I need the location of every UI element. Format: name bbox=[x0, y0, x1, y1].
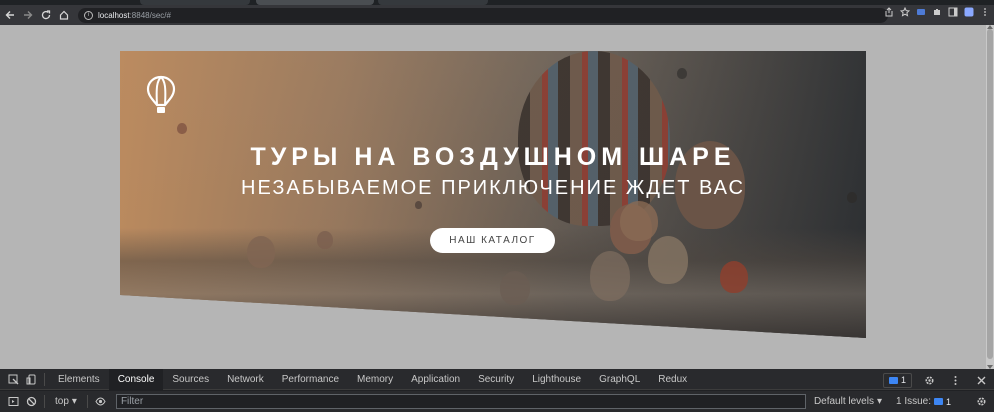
page-viewport: ТУРЫ НА ВОЗДУШНОМ ШАРЕ НЕЗАБЫВАЕМОЕ ПРИК… bbox=[0, 25, 994, 369]
hero-subtitle: НЕЗАБЫВАЕМОЕ ПРИКЛЮЧЕНИЕ ЖДЕТ ВАС bbox=[241, 177, 745, 199]
balloon bbox=[177, 123, 187, 134]
balloon bbox=[415, 201, 422, 209]
extension-blue-icon bbox=[917, 9, 925, 15]
browser-toolbar: i localhost:8848/sec/# bbox=[0, 5, 994, 25]
url-host: localhost bbox=[98, 10, 130, 20]
console-settings-button[interactable] bbox=[972, 393, 990, 411]
balloon bbox=[247, 236, 275, 268]
site-info-icon[interactable]: i bbox=[84, 10, 93, 20]
bookmark-button[interactable] bbox=[900, 7, 910, 17]
balloon bbox=[500, 271, 530, 305]
tab-console[interactable]: Console bbox=[108, 368, 164, 390]
tab-network[interactable]: Network bbox=[218, 369, 273, 390]
gear-icon bbox=[976, 397, 986, 406]
extension-button[interactable] bbox=[916, 7, 926, 17]
share-icon bbox=[885, 7, 893, 17]
chevron-down-icon: ▾ bbox=[876, 396, 882, 407]
balloon-logo bbox=[146, 75, 176, 115]
share-button[interactable] bbox=[884, 7, 894, 17]
reload-icon bbox=[41, 10, 51, 20]
tab-redux[interactable]: Redux bbox=[649, 369, 696, 390]
device-toolbar-button[interactable] bbox=[22, 370, 40, 388]
issue-icon bbox=[934, 398, 944, 405]
clear-console-button[interactable] bbox=[22, 393, 40, 411]
tab-performance[interactable]: Performance bbox=[273, 369, 348, 390]
live-expression-button[interactable] bbox=[92, 393, 110, 411]
eye-icon bbox=[95, 397, 107, 406]
home-icon bbox=[59, 10, 69, 20]
chevron-down-icon: ▾ bbox=[71, 396, 77, 407]
context-selector[interactable]: top ▾ bbox=[49, 396, 83, 407]
close-icon bbox=[977, 376, 985, 384]
console-toolbar: top ▾ Filter Default levels ▾ 1 Issue: 1 bbox=[0, 391, 994, 412]
tab-sources[interactable]: Sources bbox=[163, 369, 218, 390]
hero-banner: ТУРЫ НА ВОЗДУШНОМ ШАРЕ НЕЗАБЫВАЕМОЕ ПРИК… bbox=[120, 51, 866, 338]
hot-air-balloon-icon bbox=[146, 75, 176, 113]
profile-icon bbox=[964, 7, 974, 17]
balloon bbox=[317, 231, 333, 249]
back-button[interactable] bbox=[2, 7, 18, 23]
devtools-close-button[interactable] bbox=[972, 371, 990, 389]
divider bbox=[86, 395, 88, 408]
extension-area bbox=[884, 7, 990, 17]
page-scrollbar[interactable] bbox=[986, 25, 994, 369]
message-icon bbox=[888, 376, 898, 384]
extensions-menu-button[interactable] bbox=[932, 7, 942, 17]
devtools-menu-button[interactable] bbox=[946, 371, 964, 389]
forward-button[interactable] bbox=[20, 7, 36, 23]
kebab-menu-icon bbox=[984, 8, 986, 16]
url-path: :8848/sec/# bbox=[129, 10, 171, 20]
log-levels-dropdown[interactable]: Default levels ▾ bbox=[814, 396, 882, 407]
tab-security[interactable]: Security bbox=[469, 369, 523, 390]
tab-lighthouse[interactable]: Lighthouse bbox=[523, 369, 590, 390]
gear-icon bbox=[924, 375, 934, 385]
messages-badge[interactable]: 1 bbox=[882, 372, 912, 388]
puzzle-icon bbox=[934, 9, 940, 15]
catalog-button[interactable]: НАШ КАТАЛОГ bbox=[430, 228, 555, 253]
tab-elements[interactable]: Elements bbox=[49, 369, 109, 390]
side-panel-button[interactable] bbox=[948, 7, 958, 17]
tab-graphql[interactable]: GraphQL bbox=[590, 369, 649, 390]
tab-memory[interactable]: Memory bbox=[348, 369, 402, 390]
scroll-thumb[interactable] bbox=[987, 29, 993, 359]
arrow-right-icon bbox=[24, 11, 33, 19]
divider bbox=[44, 395, 45, 408]
devtools-settings-button[interactable] bbox=[920, 371, 938, 389]
side-panel-icon bbox=[948, 7, 958, 17]
star-icon bbox=[900, 7, 910, 17]
device-icon bbox=[26, 374, 35, 384]
arrow-left-icon bbox=[5, 11, 14, 19]
issues-badge: 1 bbox=[934, 394, 951, 409]
block-icon bbox=[26, 396, 36, 407]
issues-label: 1 Issue: bbox=[896, 396, 932, 407]
devtools-panel: Elements Console Sources Network Perform… bbox=[0, 368, 994, 412]
kebab-menu-icon bbox=[954, 375, 956, 385]
inspect-element-button[interactable] bbox=[4, 370, 22, 388]
balloon bbox=[677, 68, 687, 79]
context-value: top bbox=[55, 396, 69, 407]
balloon bbox=[620, 201, 658, 241]
sidebar-toggle-icon bbox=[8, 397, 18, 406]
devtools-tabbar: Elements Console Sources Network Perform… bbox=[0, 368, 994, 390]
hero-title: ТУРЫ НА ВОЗДУШНОМ ШАРЕ bbox=[250, 143, 736, 171]
issues-button[interactable]: 1 Issue: 1 bbox=[896, 394, 951, 409]
inspect-icon bbox=[8, 374, 18, 384]
balloon bbox=[590, 251, 630, 301]
home-button[interactable] bbox=[56, 7, 72, 23]
reload-button[interactable] bbox=[38, 7, 54, 23]
browser-menu-button[interactable] bbox=[980, 7, 990, 17]
log-levels-label: Default levels bbox=[813, 396, 874, 407]
devtools-right-controls: 1 bbox=[882, 371, 990, 389]
profile-button[interactable] bbox=[964, 7, 974, 17]
tab-application[interactable]: Application bbox=[402, 369, 469, 390]
console-sidebar-button[interactable] bbox=[4, 393, 22, 411]
messages-count: 1 bbox=[900, 375, 906, 385]
balloon bbox=[720, 261, 748, 293]
balloon bbox=[648, 236, 688, 284]
console-filter-input[interactable]: Filter bbox=[115, 394, 806, 409]
address-bar[interactable]: i localhost:8848/sec/# bbox=[78, 7, 888, 23]
issues-count: 1 bbox=[946, 396, 952, 407]
divider bbox=[44, 372, 45, 386]
